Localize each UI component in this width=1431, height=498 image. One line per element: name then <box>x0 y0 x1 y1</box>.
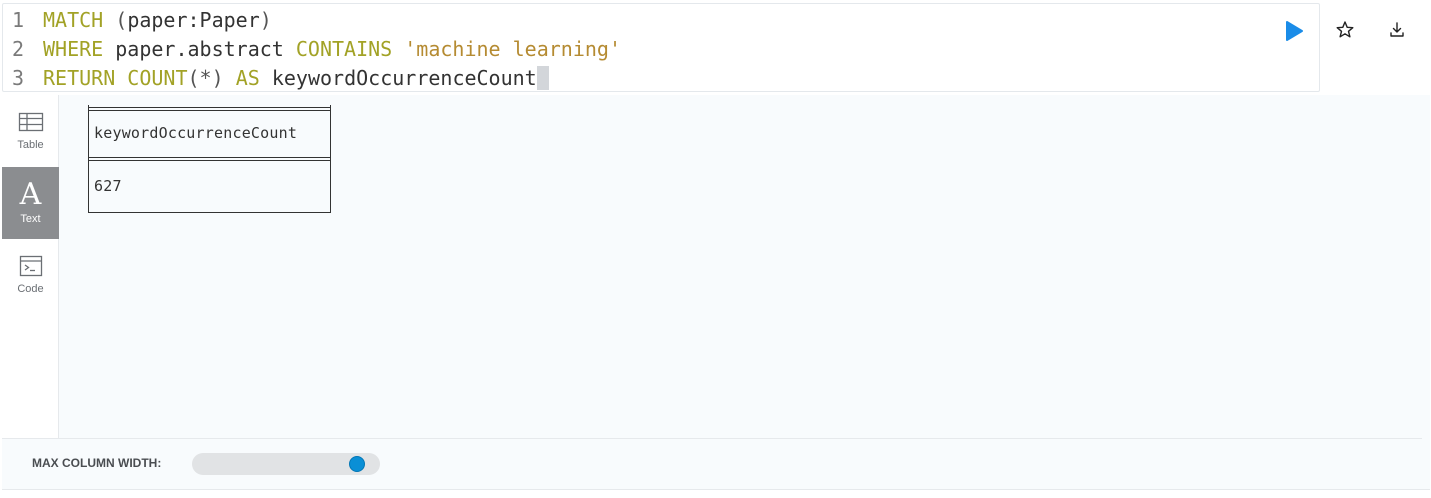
code-token: RETURN <box>43 66 116 90</box>
tab-code[interactable]: Code <box>2 239 59 311</box>
ascii-table: keywordOccurrenceCount 627 <box>88 105 331 215</box>
tab-table-label: Table <box>17 139 44 151</box>
code-icon <box>19 255 42 277</box>
code-token: ) <box>259 8 272 32</box>
line-number: 3 <box>11 66 24 90</box>
query-editor[interactable]: 1 MATCH (paper:Paper) 2 WHERE paper.abstra… <box>2 3 1320 92</box>
view-sidebar: Table A Text Code <box>2 95 59 438</box>
line-number: 1 <box>11 8 24 32</box>
code-token: paper:Paper <box>127 8 260 32</box>
column-header: keywordOccurrenceCount <box>94 124 298 142</box>
play-icon <box>1286 21 1303 41</box>
table-header-separator-inner <box>88 160 331 161</box>
code-token: paper.abstract <box>103 37 296 61</box>
star-icon <box>1336 21 1354 38</box>
max-column-width-label: MAX COLUMN WIDTH: <box>32 456 162 470</box>
result-footer: MAX COLUMN WIDTH: <box>2 438 1422 488</box>
favorite-button[interactable] <box>1334 19 1356 41</box>
result-frame: Table A Text Code keywordOccurrenceCount <box>2 95 1430 490</box>
tab-code-label: Code <box>17 283 44 295</box>
code-token: 'machine learning' <box>404 37 621 61</box>
table-border-bottom <box>88 212 331 213</box>
text-icon: A <box>19 177 42 212</box>
code-token: keywordOccurrenceCount <box>259 66 537 90</box>
slider-thumb[interactable] <box>349 456 366 472</box>
tab-table[interactable]: Table <box>2 95 59 167</box>
result-cell: 627 <box>94 177 122 195</box>
code-line-3[interactable]: 3 RETURN COUNT(*) AS keywordOccurrenceCou… <box>3 64 549 93</box>
table-border-left <box>88 105 89 213</box>
run-button[interactable] <box>1283 19 1305 43</box>
text-cursor <box>536 66 549 90</box>
code-token: CONTAINS <box>295 37 393 61</box>
table-header-separator <box>88 157 331 158</box>
table-border-top-inner <box>88 110 331 111</box>
download-button[interactable] <box>1386 19 1408 41</box>
table-border-top <box>88 107 331 108</box>
code-token: AS <box>235 66 260 90</box>
code-token: WHERE <box>43 37 104 61</box>
code-line-1[interactable]: 1 MATCH (paper:Paper) <box>3 6 272 35</box>
code-token: MATCH <box>43 8 104 32</box>
table-icon <box>18 112 43 132</box>
table-border-right <box>330 105 331 213</box>
code-token: COUNT <box>127 66 188 90</box>
tab-text[interactable]: A Text <box>2 167 59 239</box>
line-number: 2 <box>11 37 24 61</box>
max-column-width-slider[interactable] <box>192 453 380 475</box>
text-result: keywordOccurrenceCount 627 <box>88 105 331 215</box>
code-token: (*) <box>187 66 224 90</box>
code-line-2[interactable]: 2 WHERE paper.abstract CONTAINS 'machine … <box>3 35 621 64</box>
tab-text-label: Text <box>20 213 41 225</box>
download-icon <box>1390 22 1404 37</box>
code-token: ( <box>103 8 128 32</box>
